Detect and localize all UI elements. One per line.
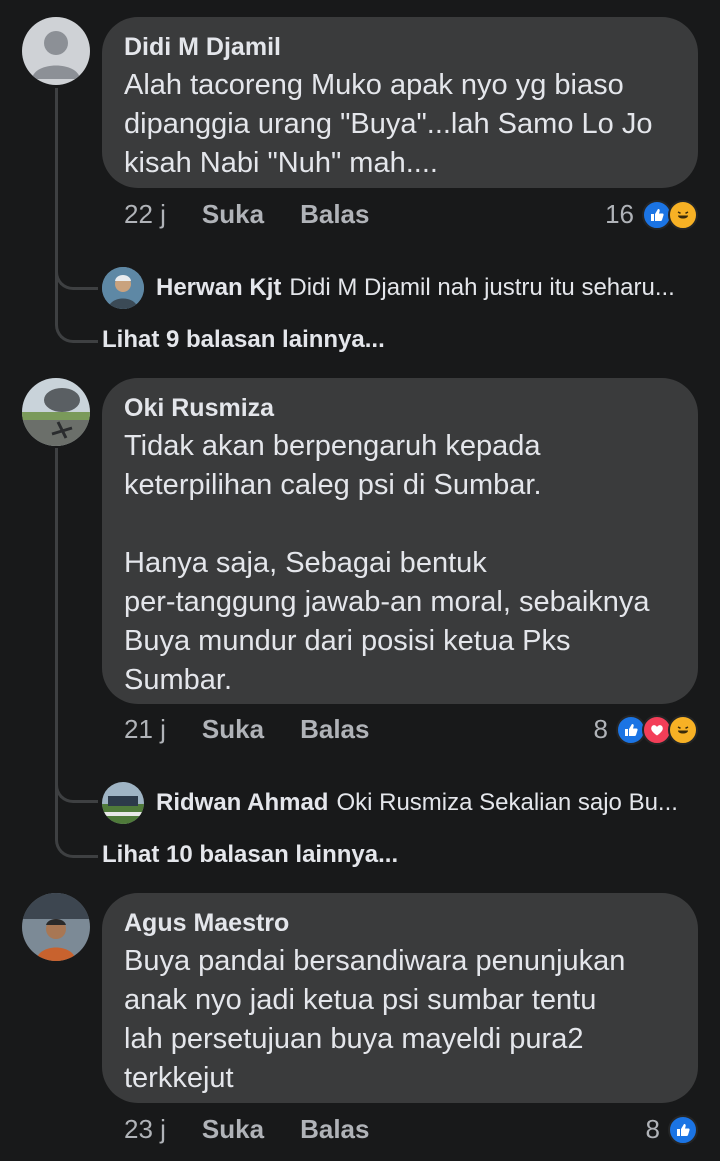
reply-avatar[interactable]	[102, 782, 144, 824]
reply-button[interactable]: Balas	[300, 714, 369, 745]
thread-connector	[55, 813, 98, 858]
comment-text: Alah tacoreng Muko apak nyo yg biaso dip…	[124, 69, 653, 179]
reply-button[interactable]: Balas	[300, 1114, 369, 1145]
like-icon	[668, 1114, 698, 1145]
thread-connector	[55, 255, 98, 290]
thread-connector	[55, 300, 98, 343]
view-more-replies[interactable]: Lihat 9 balasan lainnya...	[102, 326, 385, 354]
reaction-summary[interactable]: 16	[605, 199, 698, 230]
view-more-replies[interactable]: Lihat 10 balasan lainnya...	[102, 841, 398, 869]
reaction-summary[interactable]: 8	[646, 1114, 698, 1145]
reaction-count: 8	[645, 1114, 660, 1144]
like-button[interactable]: Suka	[202, 714, 264, 745]
reaction-count: 16	[605, 199, 634, 229]
reaction-summary[interactable]: 8	[594, 714, 698, 745]
reply-preview[interactable]: Herwan Kjt Didi M Djamil nah justru itu …	[102, 267, 675, 309]
reply-author[interactable]: Ridwan Ahmad	[156, 789, 328, 817]
reply-text: Didi M Djamil nah justru itu seharu...	[289, 274, 675, 301]
comment-actions: 23 j Suka Balas	[124, 1114, 369, 1145]
haha-icon	[668, 199, 698, 230]
thread-connector	[55, 768, 98, 803]
reply-preview[interactable]: Ridwan Ahmad Oki Rusmiza Sekalian sajo B…	[102, 782, 678, 824]
reply-author[interactable]: Herwan Kjt	[156, 274, 281, 302]
like-button[interactable]: Suka	[202, 199, 264, 230]
comment-bubble: Oki Rusmiza Tidak akan berpengaruh kepad…	[102, 378, 698, 704]
comment-bubble: Agus Maestro Buya pandai bersandiwara pe…	[102, 893, 698, 1103]
comment-text: Buya pandai bersandiwara penunjukan anak…	[124, 945, 626, 1094]
default-user-icon	[32, 31, 80, 79]
comment-author[interactable]: Didi M Djamil	[124, 33, 676, 62]
comment-text: Tidak akan berpengaruh kepada keterpilih…	[124, 430, 650, 696]
comment-actions: 22 j Suka Balas	[124, 199, 369, 230]
comment-bubble: Didi M Djamil Alah tacoreng Muko apak ny…	[102, 17, 698, 188]
comment-time[interactable]: 21 j	[124, 714, 166, 745]
reply-avatar[interactable]	[102, 267, 144, 309]
like-button[interactable]: Suka	[202, 1114, 264, 1145]
thread-line	[55, 88, 58, 320]
comment-author[interactable]: Agus Maestro	[124, 909, 676, 938]
comment-author[interactable]: Oki Rusmiza	[124, 394, 676, 423]
reply-button[interactable]: Balas	[300, 199, 369, 230]
reaction-count: 8	[593, 714, 608, 744]
comment-actions: 21 j Suka Balas	[124, 714, 369, 745]
reply-text: Oki Rusmiza Sekalian sajo Bu...	[336, 789, 678, 816]
avatar-photo[interactable]	[22, 378, 90, 446]
haha-icon	[668, 714, 698, 745]
comment-time[interactable]: 23 j	[124, 1114, 166, 1145]
avatar-photo[interactable]	[22, 893, 90, 961]
comment-time[interactable]: 22 j	[124, 199, 166, 230]
avatar-default[interactable]	[22, 17, 90, 85]
